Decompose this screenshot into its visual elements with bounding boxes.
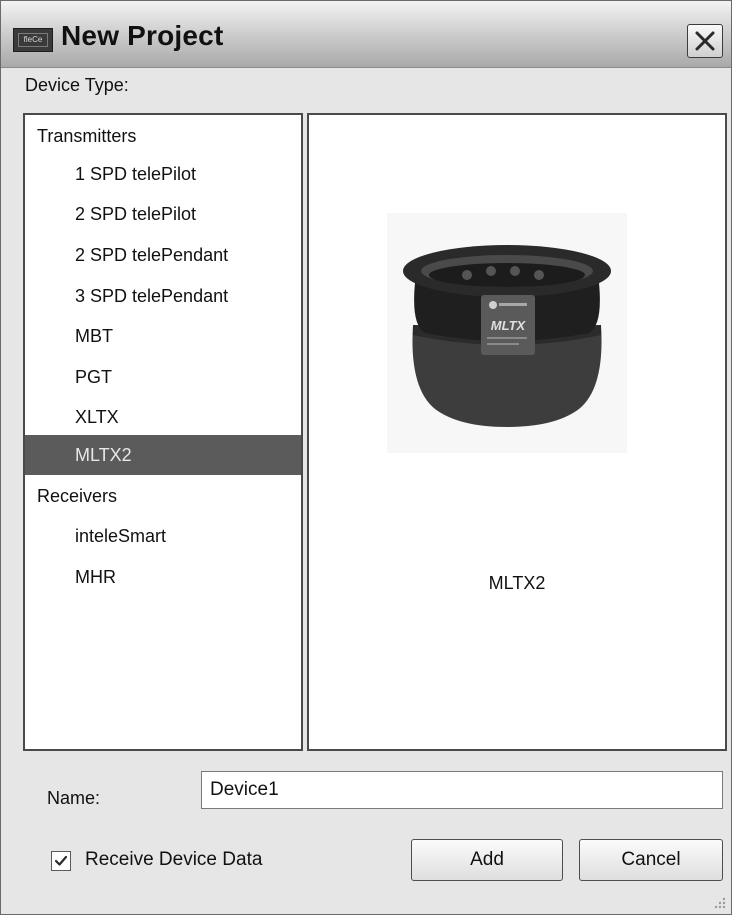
name-label: Name: bbox=[47, 788, 101, 808]
device-preview-panel: MLTX MLTX2 bbox=[307, 113, 727, 751]
list-item-selected[interactable]: MLTX2 bbox=[25, 435, 301, 475]
device-image-label: MLTX bbox=[491, 318, 527, 333]
app-icon: fleCe bbox=[13, 28, 53, 52]
device-remote-image: MLTX bbox=[387, 213, 627, 453]
app-icon-text: fleCe bbox=[23, 35, 43, 44]
check-icon bbox=[54, 855, 68, 866]
list-item[interactable]: 3 SPD telePendant bbox=[25, 277, 301, 315]
close-icon bbox=[695, 31, 715, 51]
list-item[interactable]: XLTX bbox=[25, 398, 301, 436]
list-item[interactable]: PGT bbox=[25, 358, 301, 396]
close-button[interactable] bbox=[687, 24, 723, 58]
new-project-dialog: fleCe New Project Device Type: Transmitt… bbox=[0, 0, 732, 915]
list-item[interactable]: MHR bbox=[25, 558, 301, 596]
list-item[interactable]: MBT bbox=[25, 317, 301, 355]
list-group-receivers[interactable]: Receivers bbox=[25, 477, 301, 515]
list-group-transmitters[interactable]: Transmitters bbox=[25, 117, 301, 155]
receive-device-data-label: Receive Device Data bbox=[85, 849, 263, 870]
list-item[interactable]: 2 SPD telePendant bbox=[25, 236, 301, 274]
checkbox-box[interactable] bbox=[51, 851, 71, 871]
add-button[interactable]: Add bbox=[411, 839, 563, 881]
resize-grip-icon[interactable] bbox=[711, 894, 727, 910]
list-item[interactable]: 2 SPD telePilot bbox=[25, 195, 301, 233]
cancel-button[interactable]: Cancel bbox=[579, 839, 723, 881]
list-item[interactable]: inteleSmart bbox=[25, 517, 301, 555]
device-type-list[interactable]: Transmitters 1 SPD telePilot 2 SPD teleP… bbox=[23, 113, 303, 751]
preview-device-name: MLTX2 bbox=[488, 573, 546, 593]
list-item[interactable]: 1 SPD telePilot bbox=[25, 155, 301, 193]
title-bar[interactable]: fleCe New Project bbox=[1, 1, 731, 68]
window-title: New Project bbox=[61, 20, 224, 51]
device-type-label: Device Type: bbox=[25, 75, 129, 95]
name-input[interactable] bbox=[201, 771, 723, 809]
